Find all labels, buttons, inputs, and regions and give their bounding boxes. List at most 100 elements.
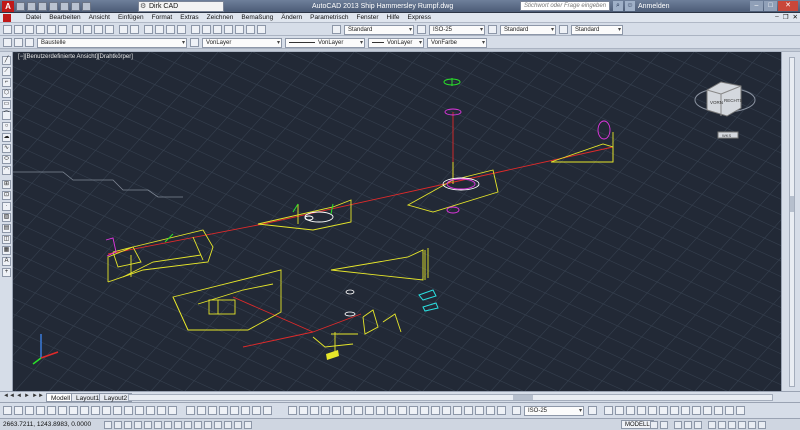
quick-view-layouts-icon[interactable] <box>650 421 658 429</box>
dim-ordinate-icon[interactable] <box>321 406 330 415</box>
xline-icon[interactable]: ⟋ <box>2 67 11 76</box>
dyn-icon[interactable] <box>241 406 250 415</box>
tab-first-icon[interactable]: ◄◄ <box>3 393 15 399</box>
ucs-origin-icon[interactable] <box>659 406 668 415</box>
cut-icon[interactable] <box>72 25 81 34</box>
dim-break-icon[interactable] <box>420 406 429 415</box>
dim-update-icon[interactable] <box>497 406 506 415</box>
rotate-icon[interactable] <box>69 406 78 415</box>
tab-next-icon[interactable]: ► <box>24 393 30 399</box>
drawing-viewport[interactable]: VORN RECHTS WKS [−][Benutzerdefinierte A… <box>13 52 781 391</box>
layer-select[interactable]: Baustelle <box>37 38 187 48</box>
menu-datei[interactable]: Datei <box>26 14 41 21</box>
menu-fenster[interactable]: Fenster <box>356 14 378 21</box>
infer-icon[interactable] <box>104 421 112 429</box>
zoom-previous-icon[interactable] <box>177 25 186 34</box>
paste-icon[interactable] <box>94 25 103 34</box>
3d-osnap-icon[interactable] <box>164 421 172 429</box>
layer-manager-icon[interactable] <box>3 38 12 47</box>
ducs-mode-icon[interactable] <box>184 421 192 429</box>
drawing-canvas[interactable]: VORN RECHTS WKS <box>13 52 781 391</box>
break-icon[interactable] <box>124 406 133 415</box>
designcenter-icon[interactable] <box>202 25 211 34</box>
plot-icon[interactable] <box>36 25 45 34</box>
saveas-icon[interactable] <box>49 2 58 11</box>
layer-state-icon[interactable] <box>14 38 23 47</box>
rectangle-icon[interactable]: ▭ <box>2 100 11 109</box>
mtext-icon[interactable]: A <box>2 257 11 266</box>
save-icon[interactable] <box>25 25 34 34</box>
pan-icon[interactable] <box>144 25 153 34</box>
minimize-icon[interactable]: – <box>750 1 763 11</box>
circle-icon[interactable]: ○ <box>2 122 11 131</box>
help-icon[interactable] <box>257 25 266 34</box>
redo-icon[interactable] <box>82 2 91 11</box>
lwt-mode-icon[interactable] <box>204 421 212 429</box>
menu-einfuegen[interactable]: Einfügen <box>118 14 144 21</box>
tab-prev-icon[interactable]: ◄ <box>16 393 22 399</box>
explode-icon[interactable] <box>168 406 177 415</box>
clean-screen-icon[interactable] <box>758 421 766 429</box>
make-current-icon[interactable] <box>190 38 199 47</box>
dim-linear-icon[interactable] <box>288 406 297 415</box>
join-icon[interactable] <box>135 406 144 415</box>
chamfer-icon[interactable] <box>146 406 155 415</box>
new-icon[interactable] <box>16 2 25 11</box>
inspection-icon[interactable] <box>453 406 462 415</box>
model-space-toggle[interactable]: MODELL <box>621 420 654 429</box>
maximize-icon[interactable]: □ <box>764 1 777 11</box>
ellipse-icon[interactable]: ⬭ <box>2 155 11 164</box>
open-icon[interactable] <box>27 2 36 11</box>
dim-text-edit-icon[interactable] <box>486 406 495 415</box>
wcs-label[interactable]: WKS <box>722 133 731 138</box>
array-icon[interactable] <box>47 406 56 415</box>
dim-diameter-icon[interactable] <box>354 406 363 415</box>
otrack-mode-icon[interactable] <box>174 421 182 429</box>
hardware-accel-icon[interactable] <box>728 421 736 429</box>
matchprop-icon[interactable] <box>105 25 114 34</box>
polar-mode-icon[interactable] <box>144 421 152 429</box>
status-menu-icon[interactable] <box>748 421 756 429</box>
offset-icon[interactable] <box>36 406 45 415</box>
annotation-scale-icon[interactable] <box>674 421 682 429</box>
table-icon[interactable]: ▦ <box>2 246 11 255</box>
ucs-zaxis-icon[interactable] <box>670 406 679 415</box>
autocad-logo-icon[interactable]: A <box>2 1 14 12</box>
publish-icon[interactable] <box>58 25 67 34</box>
menu-parametrisch[interactable]: Parametrisch <box>310 14 348 21</box>
erase-icon[interactable] <box>3 406 12 415</box>
workspace-dropdown[interactable]: ⚙ Dirk CAD <box>138 1 224 12</box>
linetype-select[interactable]: VonLayer <box>285 38 365 48</box>
doc-minimize-icon[interactable]: – <box>775 13 779 21</box>
login-button[interactable]: Anmelden <box>638 1 670 12</box>
trim-icon[interactable] <box>102 406 111 415</box>
snap-icon[interactable] <box>114 421 122 429</box>
multileader-style-select[interactable]: Standard <box>571 25 623 35</box>
table-style-select[interactable]: Standard <box>500 25 556 35</box>
toolbar-lock-icon[interactable] <box>718 421 726 429</box>
qdim-icon[interactable] <box>376 406 385 415</box>
otrack-icon[interactable] <box>219 406 228 415</box>
dim-jogged-icon[interactable] <box>343 406 352 415</box>
plotstyle-select[interactable]: VonFarbe <box>427 38 487 48</box>
make-block-icon[interactable]: ⊡ <box>2 191 11 200</box>
osnap-mode-icon[interactable] <box>154 421 162 429</box>
viewport-controls-label[interactable]: [−][Benutzerdefinierte Ansicht][Drahtkör… <box>18 54 133 60</box>
ortho-icon[interactable] <box>186 406 195 415</box>
dim-edit-icon[interactable] <box>475 406 484 415</box>
color-select[interactable]: VonLayer <box>202 38 282 48</box>
ucs-previous-icon[interactable] <box>615 406 624 415</box>
tolerance-icon[interactable] <box>431 406 440 415</box>
plot-icon[interactable] <box>60 2 69 11</box>
arc-icon[interactable]: ⌒ <box>2 111 11 120</box>
ucs-y-icon[interactable] <box>703 406 712 415</box>
center-mark-icon[interactable] <box>442 406 451 415</box>
document-icon[interactable] <box>3 14 11 22</box>
insert-block-icon[interactable]: ⊞ <box>2 180 11 189</box>
ucs-face-icon[interactable] <box>626 406 635 415</box>
quick-view-drawings-icon[interactable] <box>660 421 668 429</box>
tab-last-icon[interactable]: ►► <box>32 393 44 399</box>
bulb-icon[interactable] <box>25 38 34 47</box>
text-style-select[interactable]: Standard <box>344 25 414 35</box>
stretch-icon[interactable] <box>91 406 100 415</box>
